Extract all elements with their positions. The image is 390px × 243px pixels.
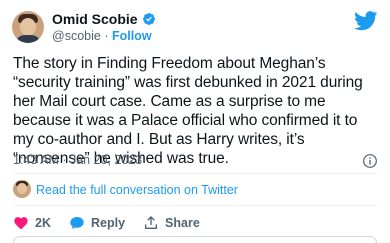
verified-badge-icon <box>142 13 155 25</box>
tweet-timestamp[interactable]: 1:43 AM · Jan 20, 2023 <box>13 153 142 167</box>
share-label: Share <box>165 216 200 230</box>
read-conversation-link[interactable]: Read the full conversation on Twitter <box>36 183 238 197</box>
heart-icon <box>14 217 28 230</box>
author-name-row: Omid Scobie <box>52 11 156 27</box>
author-handle-row: @scobie · Follow <box>52 29 152 43</box>
tweet-text: The story in Finding Freedom about Megha… <box>13 55 363 167</box>
like-count: 2K <box>35 216 51 230</box>
avatar[interactable] <box>12 11 44 43</box>
handle-separator: · <box>104 29 109 43</box>
divider <box>13 173 377 174</box>
like-action[interactable]: 2K <box>13 215 51 231</box>
action-bar: 2K Reply Share <box>13 215 200 231</box>
twitter-bird-icon[interactable] <box>354 11 378 31</box>
info-icon[interactable] <box>362 153 378 169</box>
reply-icon <box>70 217 84 229</box>
share-action[interactable]: Share <box>143 215 200 231</box>
author-name[interactable]: Omid Scobie <box>52 11 138 27</box>
reply-action[interactable]: Reply <box>69 215 125 231</box>
reply-label: Reply <box>90 216 126 230</box>
author-handle[interactable]: @scobie <box>52 29 101 43</box>
follow-button[interactable]: Follow <box>112 29 152 43</box>
share-icon <box>145 216 158 229</box>
conversation-avatar[interactable] <box>13 180 31 198</box>
divider <box>13 205 377 206</box>
tweet-embed-card: Omid Scobie @scobie · Follow The story i… <box>0 0 390 243</box>
